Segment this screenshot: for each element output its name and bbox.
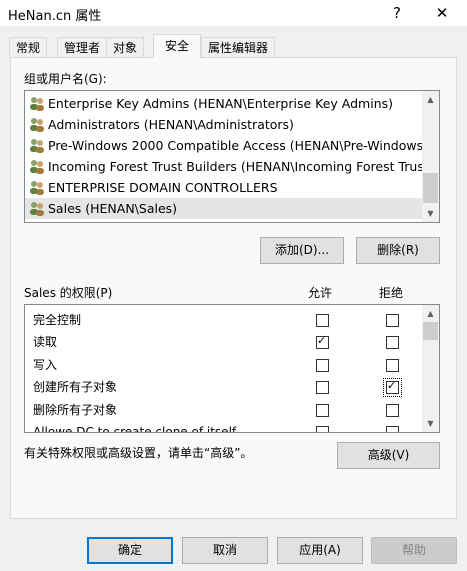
list-item-label: Sales (HENAN\Sales) — [48, 201, 178, 216]
allow-checkbox[interactable] — [316, 404, 329, 417]
remove-button[interactable]: 删除(R) — [356, 237, 440, 264]
list-item-label: Pre-Windows 2000 Compatible Access (HENA… — [48, 138, 439, 153]
list-item-selected[interactable]: Sales (HENAN\Sales) — [25, 198, 424, 219]
users-group-icon — [30, 139, 44, 153]
deny-checkbox[interactable] — [386, 336, 399, 349]
permissions-scrollbar[interactable]: ▲ ▼ — [422, 305, 439, 432]
users-group-icon — [30, 118, 44, 132]
list-item[interactable]: Administrators (HENAN\Administrators) — [25, 114, 424, 135]
list-item-label: Incoming Forest Trust Builders (HENAN\In… — [48, 159, 440, 174]
scroll-up-icon[interactable]: ▲ — [422, 305, 439, 322]
permission-row: 写入 — [33, 358, 58, 372]
ok-button[interactable]: 确定 — [87, 537, 173, 564]
allow-checkbox[interactable] — [316, 314, 329, 327]
list-item[interactable]: Enterprise Key Admins (HENAN\Enterprise … — [25, 93, 424, 114]
deny-checkbox[interactable] — [386, 314, 399, 327]
list-item-label: Administrators (HENAN\Administrators) — [48, 117, 294, 132]
tab-managed-by[interactable]: 管理者 — [57, 37, 108, 57]
add-button[interactable]: 添加(D)... — [260, 237, 344, 264]
advanced-hint: 有关特殊权限或高级设置，请单击“高级”。 — [24, 446, 253, 460]
permission-row: 删除所有子对象 — [33, 403, 118, 417]
permissions-label: Sales 的权限(P) — [24, 286, 113, 300]
deny-checkbox[interactable] — [386, 404, 399, 417]
tab-security[interactable]: 安全 — [153, 34, 201, 58]
permission-row: 完全控制 — [33, 313, 82, 327]
scroll-up-icon[interactable]: ▲ — [422, 91, 439, 108]
close-icon[interactable]: ✕ — [420, 0, 464, 26]
tab-general[interactable]: 常规 — [9, 37, 48, 57]
advanced-button[interactable]: 高级(V) — [337, 442, 440, 469]
users-group-icon — [30, 181, 44, 195]
tab-attribute-editor[interactable]: 属性编辑器 — [201, 37, 276, 57]
window-title: HeNan.cn 属性 — [8, 9, 102, 24]
apply-button[interactable]: 应用(A) — [277, 537, 363, 564]
help-button[interactable]: 帮助 — [371, 537, 457, 564]
deny-checkbox[interactable] — [386, 359, 399, 372]
allow-checkbox[interactable] — [316, 381, 329, 394]
tab-object[interactable]: 对象 — [106, 37, 145, 57]
groups-label: 组或用户名(G): — [24, 72, 107, 86]
scroll-down-icon[interactable]: ▼ — [422, 415, 439, 432]
list-item-label: Enterprise Key Admins (HENAN\Enterprise … — [48, 96, 394, 111]
users-group-icon — [30, 202, 44, 216]
permission-row: 读取 — [33, 335, 58, 349]
deny-checkbox[interactable] — [383, 378, 402, 397]
permissions-list[interactable]: 完全控制 读取 写入 创建所有子对象 删除所有子对象 Allowe DC to … — [24, 304, 440, 433]
allow-header: 允许 — [308, 286, 333, 300]
scroll-thumb[interactable] — [423, 173, 438, 203]
list-item-label: ENTERPRISE DOMAIN CONTROLLERS — [48, 180, 278, 195]
list-item[interactable]: Pre-Windows 2000 Compatible Access (HENA… — [25, 135, 439, 156]
title-bar: HeNan.cn 属性 ? ✕ — [0, 0, 467, 26]
help-icon[interactable]: ? — [375, 0, 419, 26]
list-item[interactable]: ENTERPRISE DOMAIN CONTROLLERS — [25, 177, 424, 198]
groups-scrollbar[interactable]: ▲ ▼ — [422, 91, 439, 222]
users-group-icon — [30, 97, 44, 111]
list-item[interactable]: Incoming Forest Trust Builders (HENAN\In… — [25, 156, 439, 177]
permission-row: 创建所有子对象 — [33, 380, 118, 394]
scroll-down-icon[interactable]: ▼ — [422, 205, 439, 222]
allow-checkbox[interactable] — [316, 359, 329, 372]
deny-checkbox[interactable] — [386, 426, 399, 432]
users-group-icon — [30, 160, 44, 174]
permission-row: Allowe DC to create clone of itself — [33, 425, 237, 433]
cancel-button[interactable]: 取消 — [182, 537, 268, 564]
scroll-thumb[interactable] — [423, 322, 438, 340]
allow-checkbox[interactable] — [316, 334, 329, 349]
allow-checkbox[interactable] — [316, 426, 329, 432]
deny-header: 拒绝 — [379, 286, 404, 300]
groups-list[interactable]: Enterprise Key Admins (HENAN\Enterprise … — [24, 90, 440, 223]
